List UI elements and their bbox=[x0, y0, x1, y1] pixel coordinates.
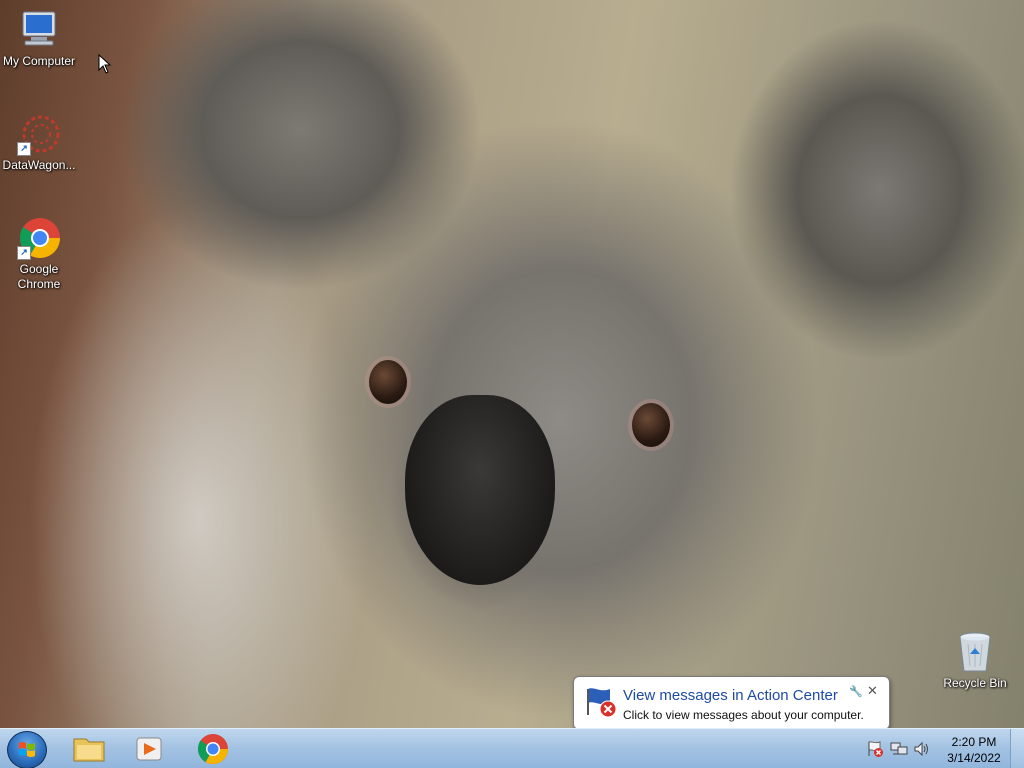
notification-title[interactable]: View messages in Action Center bbox=[623, 687, 838, 704]
system-clock[interactable]: 2:20 PM 3/14/2022 bbox=[940, 734, 1008, 766]
desktop-icon-my-computer[interactable]: My Computer bbox=[0, 8, 78, 69]
taskbar: 2:20 PM 3/14/2022 bbox=[0, 728, 1024, 768]
start-button[interactable] bbox=[7, 731, 47, 768]
wallpaper-koala-right-eye bbox=[632, 403, 670, 447]
taskbar-app-chrome[interactable] bbox=[186, 731, 240, 767]
network-icon[interactable] bbox=[890, 740, 908, 763]
clock-date: 3/14/2022 bbox=[947, 751, 1001, 765]
desktop-icon-datawagon[interactable]: ↗ DataWagon... bbox=[0, 112, 78, 173]
datawagon-icon: ↗ bbox=[17, 112, 61, 156]
desktop-icon-label: DataWagon... bbox=[2, 158, 76, 172]
clock-time: 2:20 PM bbox=[951, 735, 997, 749]
notification-message: Click to view messages about your comput… bbox=[623, 708, 864, 722]
recycle-bin-icon bbox=[953, 630, 997, 674]
options-icon[interactable]: 🔧 bbox=[849, 685, 863, 698]
action-center-notification[interactable]: View messages in Action Center Click to … bbox=[573, 676, 890, 741]
desktop-icon-google-chrome[interactable]: ↗ Google Chrome bbox=[0, 216, 78, 292]
shortcut-arrow-icon: ↗ bbox=[17, 246, 31, 260]
taskbar-app-media-player[interactable] bbox=[122, 731, 176, 767]
chrome-icon: ↗ bbox=[17, 216, 61, 260]
show-desktop-button[interactable] bbox=[1010, 729, 1024, 768]
computer-icon bbox=[17, 8, 61, 52]
desktop-wallpaper: My Computer ↗ DataWagon... ↗ Google Chro… bbox=[0, 0, 1024, 768]
action-center-flag-icon bbox=[584, 685, 618, 724]
wallpaper-koala-left-eye bbox=[369, 360, 407, 404]
desktop-icon-label: My Computer bbox=[2, 54, 76, 68]
desktop-icon-label: Recycle Bin bbox=[943, 676, 1007, 690]
desktop-icon-label: Google Chrome bbox=[17, 262, 61, 291]
folder-icon bbox=[73, 738, 105, 762]
windows-logo-icon bbox=[19, 742, 35, 757]
close-icon[interactable]: ✕ bbox=[867, 683, 878, 699]
wallpaper-koala-nose bbox=[405, 395, 555, 585]
volume-icon[interactable] bbox=[913, 740, 931, 763]
desktop-icon-recycle-bin[interactable]: Recycle Bin bbox=[936, 630, 1014, 691]
media-player-icon bbox=[136, 737, 162, 761]
shortcut-arrow-icon: ↗ bbox=[17, 142, 31, 156]
taskbar-app-explorer[interactable] bbox=[62, 731, 116, 767]
mouse-pointer-icon bbox=[98, 54, 112, 74]
chrome-icon bbox=[197, 734, 228, 765]
action-center-tray-icon[interactable] bbox=[866, 740, 884, 763]
